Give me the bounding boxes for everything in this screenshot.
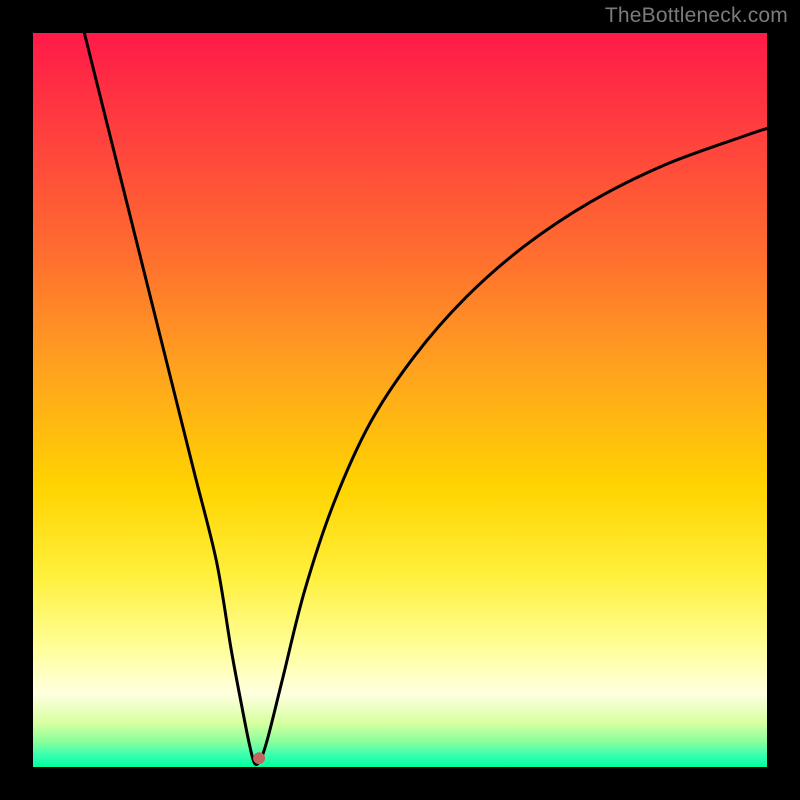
chart-frame: TheBottleneck.com: [0, 0, 800, 800]
plot-area: [33, 33, 767, 767]
watermark-text: TheBottleneck.com: [605, 4, 788, 28]
bottleneck-curve: [84, 33, 767, 764]
curve-layer: [33, 33, 767, 767]
minimum-marker: [253, 752, 265, 764]
